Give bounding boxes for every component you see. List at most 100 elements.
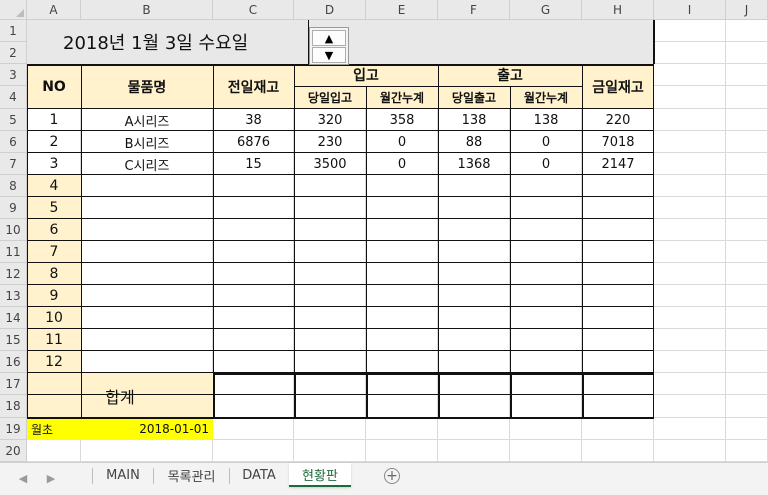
table-cell-mout[interactable] <box>510 329 582 351</box>
table-cell-mout[interactable] <box>510 285 582 307</box>
table-cell-prev[interactable] <box>213 263 294 285</box>
table-cell-min[interactable] <box>366 329 438 351</box>
table-cell-din[interactable] <box>294 329 366 351</box>
table-cell-din[interactable] <box>294 285 366 307</box>
row-header[interactable]: 16 <box>0 351 27 373</box>
row-header[interactable]: 20 <box>0 440 27 462</box>
table-cell-no[interactable]: 2 <box>27 131 81 153</box>
table-cell-min[interactable] <box>366 351 438 373</box>
table-cell-mout[interactable]: 0 <box>510 153 582 175</box>
table-cell-dout[interactable] <box>438 285 510 307</box>
table-cell-min[interactable] <box>366 175 438 197</box>
table-cell-min[interactable] <box>366 197 438 219</box>
table-cell-no[interactable]: 9 <box>27 285 81 307</box>
table-cell-item[interactable] <box>81 329 213 351</box>
table-cell-min[interactable] <box>366 263 438 285</box>
table-cell-din[interactable] <box>294 241 366 263</box>
table-cell-mout[interactable] <box>510 219 582 241</box>
table-cell-mout[interactable] <box>510 241 582 263</box>
page-title[interactable]: 2018년 1월 3일 수요일 <box>27 20 309 64</box>
table-cell-today[interactable] <box>582 307 654 329</box>
table-cell-mout[interactable] <box>510 351 582 373</box>
table-cell-prev[interactable] <box>213 329 294 351</box>
table-cell-item[interactable] <box>81 285 213 307</box>
table-cell-today[interactable] <box>582 285 654 307</box>
table-cell-today[interactable]: 7018 <box>582 131 654 153</box>
row-header[interactable]: 13 <box>0 285 27 307</box>
table-cell-prev[interactable] <box>213 219 294 241</box>
header-item[interactable]: 물품명 <box>81 64 213 109</box>
table-cell-dout[interactable] <box>438 263 510 285</box>
table-cell-item[interactable] <box>81 351 213 373</box>
table-cell-dout[interactable] <box>438 329 510 351</box>
table-cell-no[interactable]: 5 <box>27 197 81 219</box>
table-cell-mout[interactable] <box>510 307 582 329</box>
column-header[interactable]: C <box>213 0 294 20</box>
tab-status-board[interactable]: 현황판 <box>289 463 351 487</box>
table-cell-today[interactable] <box>582 219 654 241</box>
table-cell-no[interactable]: 7 <box>27 241 81 263</box>
table-cell-prev[interactable] <box>213 307 294 329</box>
table-cell-dout[interactable] <box>438 241 510 263</box>
column-header[interactable]: B <box>81 0 213 20</box>
select-all-corner[interactable] <box>0 0 27 20</box>
table-cell-prev[interactable] <box>213 197 294 219</box>
spin-up-button[interactable]: ▲ <box>312 30 346 46</box>
table-cell-today[interactable]: 220 <box>582 109 654 131</box>
column-header[interactable]: I <box>654 0 726 20</box>
tab-list-management[interactable]: 목록관리 <box>154 463 229 487</box>
table-cell-din[interactable]: 320 <box>294 109 366 131</box>
row-header[interactable]: 8 <box>0 175 27 197</box>
header-today-stock[interactable]: 금일재고 <box>582 64 654 109</box>
table-cell-today[interactable] <box>582 351 654 373</box>
table-cell-prev[interactable]: 15 <box>213 153 294 175</box>
row-header[interactable]: 14 <box>0 307 27 329</box>
table-cell-din[interactable] <box>294 351 366 373</box>
header-daily-out[interactable]: 당일출고 <box>438 86 510 109</box>
table-cell-item[interactable] <box>81 263 213 285</box>
table-cell-today[interactable] <box>582 175 654 197</box>
column-header[interactable]: J <box>726 0 768 20</box>
table-cell-no[interactable]: 1 <box>27 109 81 131</box>
table-cell-dout[interactable]: 88 <box>438 131 510 153</box>
row-header[interactable]: 11 <box>0 241 27 263</box>
column-header[interactable]: D <box>294 0 366 20</box>
table-cell-din[interactable] <box>294 307 366 329</box>
header-out[interactable]: 출고 <box>438 64 582 86</box>
table-cell-no[interactable]: 3 <box>27 153 81 175</box>
header-prev-stock[interactable]: 전일재고 <box>213 64 294 109</box>
column-header[interactable]: F <box>438 0 510 20</box>
table-cell-din[interactable] <box>294 175 366 197</box>
tab-scroll-right-icon[interactable]: ▶ <box>44 471 58 485</box>
table-cell-prev[interactable] <box>213 175 294 197</box>
table-cell-prev[interactable]: 6876 <box>213 131 294 153</box>
table-cell-mout[interactable] <box>510 175 582 197</box>
table-cell-min[interactable] <box>366 241 438 263</box>
row-header[interactable]: 7 <box>0 153 27 175</box>
date-spinner[interactable]: ▲ ▼ <box>309 27 349 65</box>
row-header[interactable]: 9 <box>0 197 27 219</box>
header-no[interactable]: NO <box>27 64 81 109</box>
table-cell-min[interactable]: 0 <box>366 131 438 153</box>
table-cell-din[interactable] <box>294 219 366 241</box>
table-cell-today[interactable] <box>582 197 654 219</box>
header-monthly-in[interactable]: 월간누계 <box>366 86 438 109</box>
table-cell-today[interactable] <box>582 329 654 351</box>
table-cell-mout[interactable] <box>510 197 582 219</box>
table-cell-dout[interactable]: 138 <box>438 109 510 131</box>
row-header[interactable]: 12 <box>0 263 27 285</box>
table-cell-prev[interactable] <box>213 285 294 307</box>
column-header[interactable]: E <box>366 0 438 20</box>
table-cell-mout[interactable]: 138 <box>510 109 582 131</box>
column-header[interactable]: H <box>582 0 654 20</box>
table-cell-din[interactable] <box>294 197 366 219</box>
table-cell-item[interactable]: C시리즈 <box>81 153 213 175</box>
table-cell-item[interactable] <box>81 307 213 329</box>
table-cell-prev[interactable] <box>213 351 294 373</box>
table-cell-min[interactable] <box>366 219 438 241</box>
table-cell-min[interactable] <box>366 307 438 329</box>
row-header[interactable]: 17 <box>0 373 27 395</box>
row-header[interactable]: 6 <box>0 131 27 153</box>
table-cell-no[interactable]: 11 <box>27 329 81 351</box>
row-header[interactable]: 18 <box>0 395 27 418</box>
